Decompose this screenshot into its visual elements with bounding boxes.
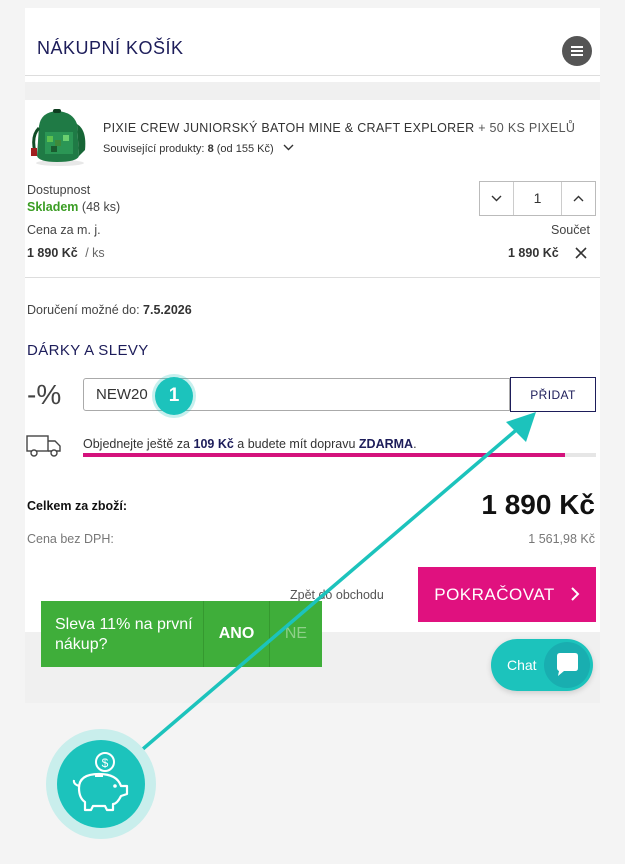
promo-popup: Sleva 11% na první nákup? ANO NE: [41, 601, 322, 667]
product-name-suffix: + 50 KS PIXELŮ: [478, 121, 576, 135]
net-price-value: 1 561,98 Kč: [528, 532, 595, 546]
percent-icon: -%: [27, 379, 62, 410]
piggy-bank-badge: $: [46, 729, 156, 839]
cart-page: NÁKUPNÍ KOŠÍK PIXIE CREW JUNIORSKÝ BATOH…: [0, 0, 625, 864]
promo-no-button[interactable]: NE: [270, 601, 322, 667]
sum-label: Součet: [551, 223, 590, 237]
item-header-bar: [25, 82, 600, 100]
header-divider: [25, 75, 600, 76]
unit-price-value: 1 890 Kč: [27, 246, 78, 260]
chevron-down-icon[interactable]: [283, 144, 294, 151]
promo-text: Sleva 11% na první nákup?: [55, 616, 193, 653]
product-name[interactable]: PIXIE CREW JUNIORSKÝ BATOH MINE & CRAFT …: [103, 121, 575, 135]
add-code-button[interactable]: PŘIDAT: [510, 377, 596, 412]
chevron-down-icon: [491, 195, 502, 202]
chat-bubble-icon: [544, 642, 590, 688]
net-price-label: Cena bez DPH:: [27, 532, 114, 546]
related-from: (od 155 Kč): [216, 143, 274, 155]
shipping-free-label: ZDARMA: [358, 437, 414, 451]
piggy-bank-icon: $: [57, 740, 145, 828]
shipping-text-before: Objednejte ještě za: [83, 437, 191, 451]
sum-value: 1 890 Kč: [508, 246, 559, 260]
gifts-title: DÁRKY A SLEVY: [27, 342, 149, 359]
unit-suffix: / ks: [85, 246, 105, 260]
delivery-label: Doručení možné do:: [27, 303, 140, 317]
unit-price-label: Cena za m. j.: [27, 223, 101, 237]
svg-text:$: $: [102, 756, 109, 770]
step-badge: 1: [155, 377, 193, 415]
product-name-text: PIXIE CREW JUNIORSKÝ BATOH MINE & CRAFT …: [103, 121, 475, 135]
close-icon[interactable]: [574, 246, 588, 260]
related-products[interactable]: Související produkty: 8 (od 155 Kč): [103, 143, 294, 155]
shipping-progress-bar: [83, 453, 596, 457]
delivery-date: 7.5.2026: [143, 303, 192, 317]
quantity-value[interactable]: 1: [514, 182, 561, 215]
related-count: 8: [207, 143, 214, 155]
shipping-progress-fill: [83, 453, 566, 457]
truck-icon: [26, 435, 61, 457]
stock-status: Skladem (48 ks): [27, 200, 120, 214]
quantity-increase-button[interactable]: [561, 182, 595, 215]
back-to-shop-link[interactable]: Zpět do obchodu: [290, 588, 384, 602]
free-shipping-text: Objednejte ještě za 109 Kč a budete mít …: [83, 437, 417, 451]
quantity-stepper[interactable]: 1: [479, 181, 596, 216]
chat-button[interactable]: Chat: [491, 639, 593, 691]
continue-button[interactable]: POKRAČOVAT: [418, 567, 596, 622]
stock-count: (48 ks): [81, 200, 121, 214]
quantity-decrease-button[interactable]: [480, 182, 514, 215]
piggy-bank-svg: $: [72, 752, 129, 812]
goods-total-label: Celkem za zboží:: [27, 499, 128, 513]
chevron-up-icon: [573, 195, 584, 202]
shipping-amount: 109 Kč: [193, 437, 234, 451]
item-divider: [25, 277, 600, 278]
top-strip: [0, 0, 625, 8]
delivery-info: Doručení možné do: 7.5.2026: [27, 303, 192, 317]
related-label: Související produkty:: [103, 143, 205, 155]
goods-total-value: 1 890 Kč: [481, 489, 595, 520]
unit-price: 1 890 Kč / ks: [27, 246, 105, 260]
continue-label: POKRAČOVAT: [434, 584, 555, 604]
availability-label: Dostupnost: [27, 183, 91, 197]
chat-label: Chat: [507, 657, 537, 673]
product-image[interactable]: [27, 106, 93, 166]
promo-yes-button[interactable]: ANO: [203, 601, 270, 667]
stock-status-text: Skladem: [27, 200, 79, 214]
discount-code-input[interactable]: [83, 378, 510, 411]
hamburger-menu-icon[interactable]: [562, 36, 592, 66]
page-title: NÁKUPNÍ KOŠÍK: [37, 38, 184, 58]
chevron-right-icon: [571, 586, 580, 601]
shipping-text-middle: a budete mít dopravu: [237, 437, 356, 451]
chat-bubble-svg: [557, 653, 578, 676]
